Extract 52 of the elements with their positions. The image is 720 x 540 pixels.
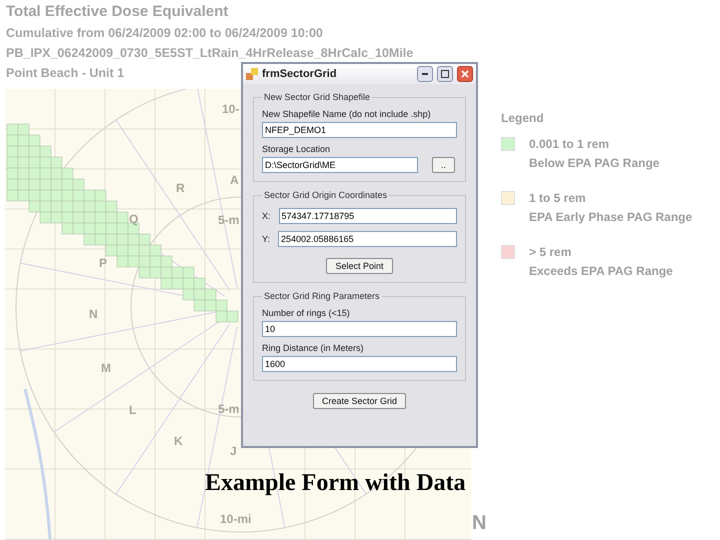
map-label: 10- (222, 102, 240, 116)
group-title: New Sector Grid Shapefile (263, 92, 372, 102)
legend-description: Exceeds EPA PAG Range (529, 264, 674, 278)
map-label: M (101, 361, 111, 375)
legend-description: EPA Early Phase PAG Range (529, 210, 692, 224)
input-field[interactable]: 574347.17718795 (278, 208, 457, 224)
input-field[interactable]: 1600 (262, 356, 457, 372)
maximize-icon (441, 70, 449, 78)
browse-button[interactable]: .. (432, 157, 456, 173)
app-icon (246, 68, 258, 80)
input-field[interactable]: 254002.05886165 (278, 231, 457, 247)
field-label: X: (262, 211, 271, 221)
input-field[interactable]: D:\SectorGrid\ME (262, 157, 418, 173)
map-label: Q (129, 212, 138, 226)
map-subtitle: Cumulative from 06/24/2009 02:00 to 06/24/2009 10:00 (6, 26, 323, 40)
field-label: Ring Distance (in Meters) (262, 343, 365, 353)
map-label: 10-mi (220, 512, 252, 526)
maximize-button[interactable] (437, 66, 453, 82)
input-field[interactable]: 10 (262, 321, 457, 337)
north-label: N (472, 512, 486, 535)
map-label: 5-m (218, 213, 240, 227)
map-label: N (89, 307, 98, 321)
field-label: Number of rings (<15) (262, 308, 351, 318)
select-point-button[interactable]: Select Point (326, 258, 393, 274)
map-label: R (176, 181, 185, 195)
group-title: Sector Grid Origin Coordinates (263, 190, 388, 200)
map-title: Total Effective Dose Equivalent (6, 3, 228, 20)
field-label: Storage Location (262, 144, 332, 154)
minimize-button[interactable] (417, 66, 433, 82)
legend-range: 0.001 to 1 rem (529, 137, 610, 151)
map-label: J (230, 444, 237, 458)
input-field[interactable]: NFEP_DEMO1 (262, 122, 457, 138)
close-button[interactable] (457, 66, 473, 82)
field-label: Y: (262, 234, 270, 244)
window-title: frmSectorGrid (262, 68, 338, 80)
legend-range: > 5 rem (529, 245, 572, 259)
minimize-icon (422, 73, 428, 75)
map-label: P (99, 256, 108, 270)
map-subtitle: Point Beach - Unit 1 (6, 66, 124, 80)
field-label: New Shapefile Name (do not include .shp) (262, 109, 432, 119)
map-label: L (129, 403, 136, 417)
create-button[interactable]: Create Sector Grid (312, 393, 406, 409)
slide-caption: Example Form with Data (205, 470, 466, 497)
map-label: K (174, 434, 183, 448)
close-icon (461, 70, 469, 78)
group-title: Sector Grid Ring Parameters (263, 291, 381, 301)
map-label: 5-m (218, 402, 240, 416)
legend-description: Below EPA PAG Range (529, 156, 660, 170)
legend-range: 1 to 5 rem (529, 191, 587, 205)
map-label: A (230, 173, 239, 187)
legend-title: Legend (501, 111, 544, 125)
map-subtitle: PB_IPX_06242009_0730_5E5ST_LtRain_4HrRelease_8HrCalc_10Mile (6, 46, 414, 60)
